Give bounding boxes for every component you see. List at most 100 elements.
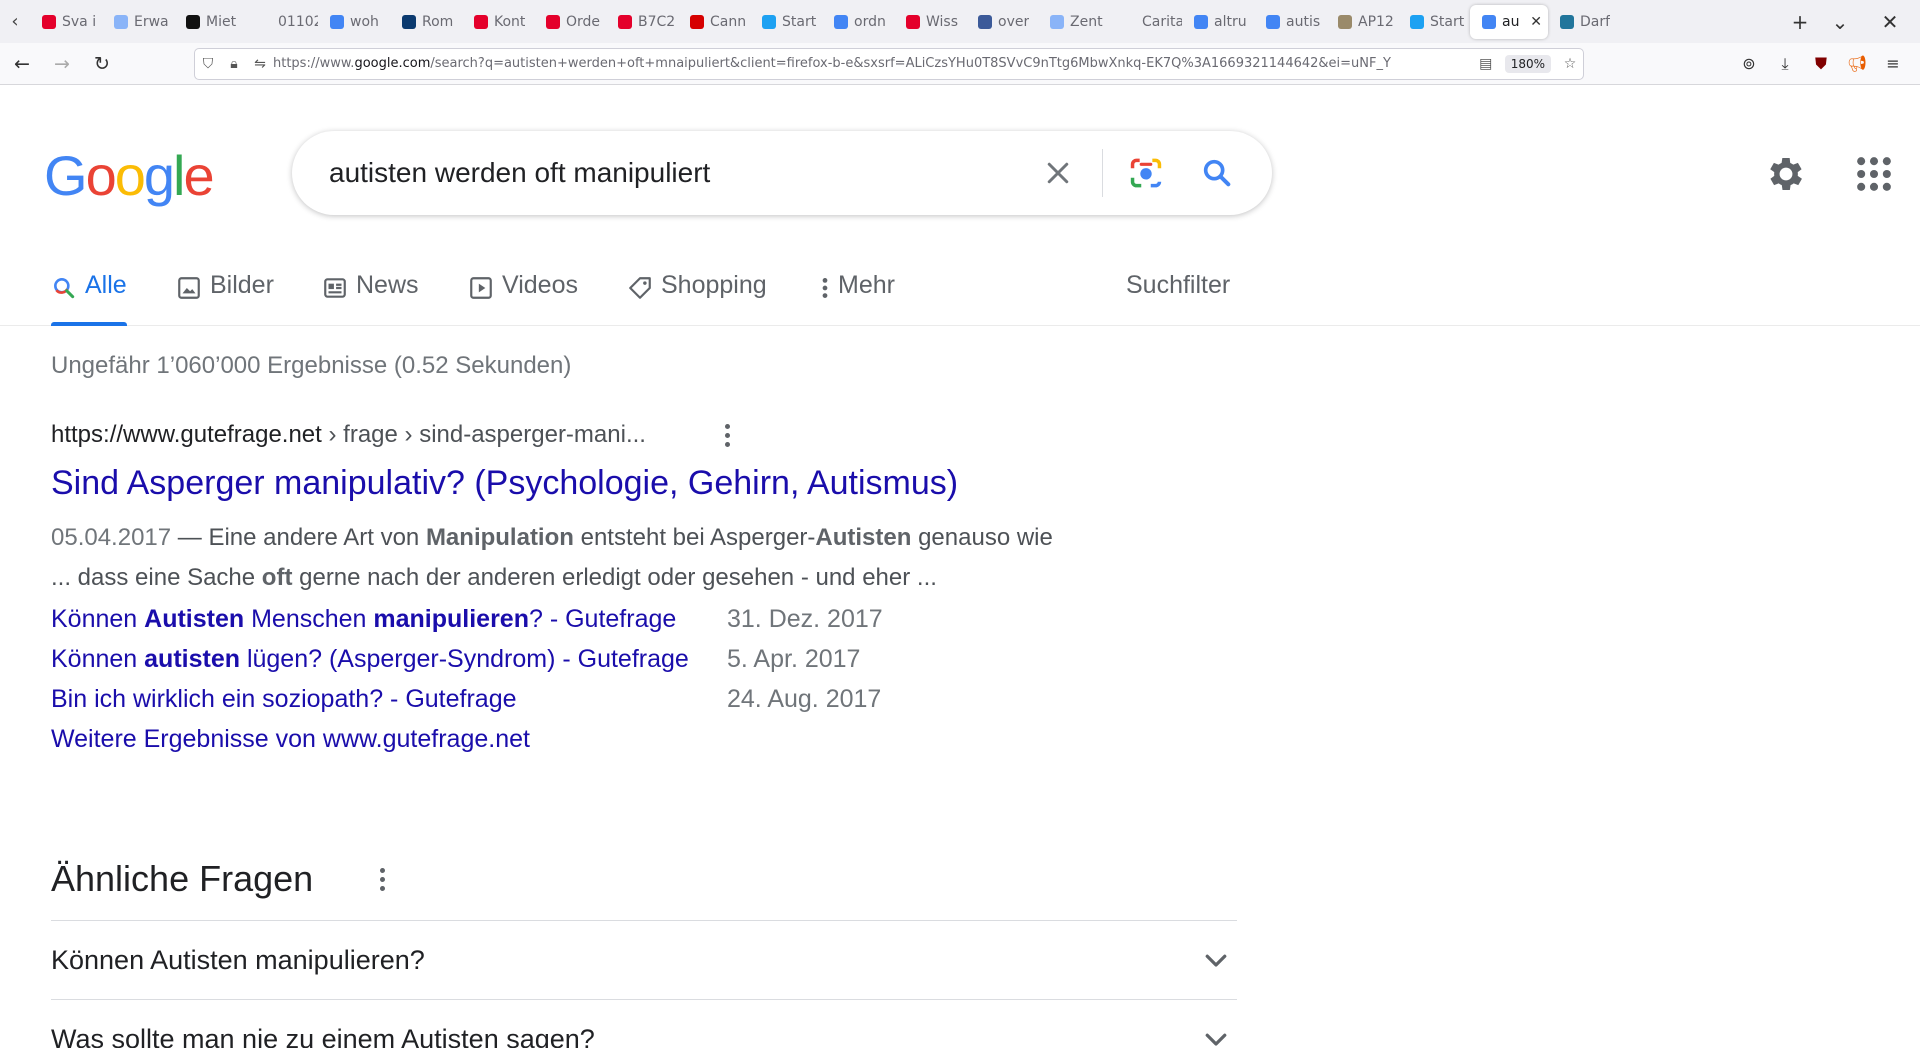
browser-tab[interactable]: Rom [390,5,462,39]
tab-favicon-t-icon [186,14,200,29]
close-tab-icon[interactable]: ✕ [1530,14,1542,30]
tab-favicon-shield-icon [474,14,488,29]
result-stats: Ungefähr 1’060’000 Ergebnisse (0.52 Seku… [51,352,572,379]
snippet-date: 05.04.2017 [51,524,172,551]
tab-favicon-srf-icon [42,14,56,29]
sitelink-date: 31. Dez. 2017 [727,605,883,633]
settings-gear-icon[interactable] [1764,152,1808,196]
tab-favicon-crown-icon [1338,14,1352,29]
video-icon [470,277,492,299]
browser-tab-label: Miet [206,13,237,30]
zoom-level[interactable]: 180% [1504,54,1551,73]
pocket-icon[interactable]: ⊚ [1736,54,1762,73]
clear-search-icon[interactable] [1036,151,1080,195]
search-input[interactable] [329,157,1009,189]
permissions-icon[interactable]: ⇋ [247,56,273,72]
news-icon [324,278,346,298]
search-filter-label: Suchfilter [1126,271,1231,299]
more-results-link[interactable]: Weitere Ergebnisse von www.gutefrage.net [51,725,530,754]
tab-videos[interactable]: Videos [468,260,578,326]
tab-images[interactable]: Bilder [176,260,274,326]
tab-shopping[interactable]: Shopping [627,260,767,326]
browser-tab[interactable]: Erwa [102,5,174,39]
ublock-extension-icon[interactable]: ⛊ [1808,54,1834,74]
logo-letter: e [183,144,214,207]
tab-favicon-page-icon [1050,14,1064,29]
browser-tab[interactable]: Sva i [30,5,102,39]
related-more-options-icon[interactable] [372,864,392,894]
browser-tab-label: Caritas_ [1142,13,1182,30]
related-question[interactable]: Was sollte man nie zu einem Autisten sag… [51,999,1237,1048]
sitelink[interactable]: Können Autisten Menschen manipulieren? -… [51,605,676,634]
search-icon[interactable] [1195,151,1239,195]
google-logo[interactable]: Google [44,143,215,208]
browser-tab-label: Erwa [134,13,169,30]
google-lens-icon[interactable] [1124,151,1168,195]
browser-tab-label: Orde [566,13,601,30]
tracking-protection-icon[interactable]: ⛉ [195,56,221,72]
sitelink[interactable]: Bin ich wirklich ein soziopath? - Gutefr… [51,685,517,714]
browser-tab[interactable]: 01102.0 [246,5,318,39]
result-snippet: 05.04.2017 — Eine andere Art von Manipul… [51,518,1131,598]
tab-more[interactable]: Mehr [820,260,895,326]
url-text[interactable]: https://www.google.com/search?q=autisten… [273,56,1473,71]
tab-favicon-google-icon [330,14,344,29]
browser-tab[interactable]: woh [318,5,390,39]
browser-tab[interactable]: Cann [678,5,750,39]
tab-all[interactable]: Alle [51,260,127,326]
browser-tab[interactable]: Wiss [894,5,966,39]
result-cite[interactable]: https://www.gutefrage.net › frage › sind… [51,421,646,449]
browser-tab-label: au [1502,13,1520,30]
app-menu-icon[interactable]: ≡ [1880,54,1906,73]
logo-letter: g [143,144,175,207]
browser-tab[interactable]: Start [1398,5,1470,39]
browser-tab[interactable]: Caritas_ [1110,5,1182,39]
new-tab-button[interactable]: + [1780,0,1820,43]
related-question[interactable]: Können Autisten manipulieren? [51,920,1237,999]
downloads-icon[interactable]: ⤓ [1772,54,1798,74]
browser-tab[interactable]: Start [750,5,822,39]
search-filter-button[interactable]: Suchfilter [1126,260,1230,326]
browser-tab-label: B7C2 [638,13,676,30]
browser-tab[interactable]: ordn [822,5,894,39]
result-title-link[interactable]: Sind Asperger manipulativ? (Psychologie,… [51,464,958,503]
megaphone-extension-icon[interactable]: 📢︎ [1844,54,1870,73]
result-more-options-icon[interactable] [717,420,737,450]
browser-tab[interactable]: Kont [462,5,534,39]
tab-favicon-shield-icon [546,14,560,29]
browser-tab[interactable]: B7C2 [606,5,678,39]
tab-news[interactable]: News [322,260,419,326]
lock-icon[interactable]: 🔒︎ [221,56,247,72]
browser-tab-label: AP12 [1358,13,1394,30]
tab-images-label: Bilder [210,271,274,299]
tab-scroll-left-icon[interactable]: ‹ [0,0,30,43]
snippet-text: entsteht bei Asperger- [573,524,816,551]
tab-videos-label: Videos [502,271,578,299]
browser-tab[interactable]: autis [1254,5,1326,39]
browser-navigation-bar: ← → ↻ ⛉ 🔒︎ ⇋ https://www.google.com/sear… [0,43,1920,85]
browser-tab[interactable]: Darf [1548,5,1620,39]
browser-tab[interactable]: Miet [174,5,246,39]
forward-icon[interactable]: → [44,46,80,82]
browser-tab[interactable]: altru [1182,5,1254,39]
browser-tab-bar: ‹ Sva i Erwa Miet 01102.0 woh Rom Kont Orde B7C2… [0,0,1920,43]
window-close-icon[interactable]: ✕ [1860,0,1920,43]
back-icon[interactable]: ← [4,46,40,82]
url-bar[interactable]: ⛉ 🔒︎ ⇋ https://www.google.com/search?q=a… [194,47,1584,80]
snippet-text: genauso wie [911,524,1053,551]
browser-tab[interactable]: AP12 [1326,5,1398,39]
tab-shopping-label: Shopping [661,271,767,299]
browser-tab[interactable]: over [966,5,1038,39]
browser-tab-label: Start [1430,13,1465,30]
chevron-down-icon [1205,954,1227,967]
browser-tab[interactable]: Orde [534,5,606,39]
reload-icon[interactable]: ↻ [84,46,120,82]
google-apps-icon[interactable] [1852,152,1896,196]
browser-tab[interactable]: au ✕ [1470,4,1548,39]
list-all-tabs-icon[interactable]: ⌄ [1820,0,1860,43]
reader-view-icon[interactable]: ▤ [1473,56,1499,72]
browser-tab[interactable]: Zent [1038,5,1110,39]
sitelink[interactable]: Können autisten lügen? (Asperger-Syndrom… [51,645,689,674]
tab-favicon-twitter-icon [762,14,776,29]
bookmark-star-icon[interactable]: ☆ [1557,56,1583,72]
